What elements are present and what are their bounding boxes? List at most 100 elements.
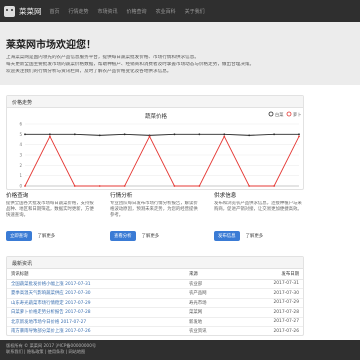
- news-link[interactable]: 南方暴雨导致部分菜价上涨 2017-07-26: [11, 329, 91, 334]
- news-source: 菜菜网: [185, 307, 255, 318]
- intro-paragraph-1: 上海菜菜网是国内领先的农产品信息服务平台，提供每日蔬菜批发价格、市场行情和供求信…: [6, 55, 199, 60]
- table-row: 南方暴雨导致部分菜价上涨 2017-07-26 农业资讯 2017-07-26: [7, 326, 303, 335]
- data-point[interactable]: [123, 185, 126, 187]
- data-point[interactable]: [173, 185, 176, 187]
- feature-price-query: 价格查询 提供全国各大批发市场每日蔬菜价格，支持按品种、地区和日期筛选，数据实时…: [6, 191, 98, 249]
- data-point[interactable]: [98, 185, 101, 187]
- logo-icon: [4, 5, 15, 17]
- data-point[interactable]: [173, 133, 176, 136]
- data-point[interactable]: [24, 185, 26, 187]
- news-source: 农产品网: [185, 288, 255, 299]
- news-panel: 最新资讯 资讯标题 来源 发布日期 全国蔬菜批发价格小幅上涨 2017-07-3…: [6, 256, 304, 336]
- data-point[interactable]: [98, 134, 101, 137]
- feature-title: 行情分析: [110, 193, 133, 199]
- table-row: 北京新发地市场今日价格 2017-07-27 新发地 2017-07-27: [7, 317, 303, 327]
- data-point[interactable]: [49, 133, 51, 136]
- jumbotron: 莱菜网市场欢迎您！ 上海菜菜网是国内领先的农产品信息服务平台，提供每日蔬菜批发价…: [0, 22, 360, 85]
- news-date: 2017-07-28: [255, 307, 303, 318]
- data-point[interactable]: [248, 134, 251, 137]
- column-header-title: 资讯标题: [7, 269, 185, 280]
- query-button[interactable]: 立即查询: [6, 231, 32, 241]
- legend-label-2[interactable]: 萝卜: [293, 111, 301, 118]
- nav-link-trend[interactable]: 行情走势: [69, 8, 89, 15]
- news-date: 2017-07-29: [255, 298, 303, 308]
- feature-supply-demand: 供求信息 发布和浏览农产品供求信息，连接种植户与采购商，促进产销对接，让交易更加…: [214, 191, 306, 249]
- feature-title: 供求信息: [214, 193, 237, 199]
- data-point[interactable]: [49, 135, 51, 138]
- learn-more-link[interactable]: 了解更多: [142, 233, 160, 239]
- chart-legend: 白菜 萝卜: [268, 111, 301, 118]
- y-tick-label: 4: [19, 142, 22, 147]
- news-link[interactable]: 北京新发地市场今日价格 2017-07-27: [11, 320, 86, 325]
- price-chart-panel: 价格走势 蔬菜价格 白菜 萝卜 0 1 2 3 4 5 6: [6, 95, 304, 190]
- data-point[interactable]: [298, 133, 300, 136]
- nav-link-wiki[interactable]: 农业百科: [156, 8, 176, 15]
- news-source: 新发地: [185, 317, 255, 327]
- data-point[interactable]: [198, 133, 201, 136]
- learn-more-link[interactable]: 了解更多: [246, 233, 264, 239]
- column-header-source: 来源: [185, 269, 255, 280]
- data-point[interactable]: [298, 135, 300, 138]
- data-point[interactable]: [248, 185, 251, 187]
- y-tick-label: 5: [19, 132, 22, 137]
- news-date: 2017-07-27: [255, 317, 303, 327]
- series-line-2[interactable]: [24, 135, 300, 187]
- publish-button[interactable]: 发布信息: [214, 231, 240, 241]
- chart-title: 蔬菜价格: [145, 112, 168, 120]
- legend-marker-1[interactable]: [268, 111, 274, 117]
- intro-paragraph-2: 每天更新全国主要批发市场的蔬菜价格数据，帮助种植户、经销商和消费者及时掌握市场动…: [6, 62, 255, 67]
- y-tick-label: 2: [19, 163, 22, 168]
- top-navbar: 菜菜网 首页 行情走势 市场资讯 价格查询 农业百科 关于我们: [0, 0, 360, 22]
- price-chart: 蔬菜价格 白菜 萝卜 0 1 2 3 4 5 6: [19, 111, 301, 189]
- data-point[interactable]: [223, 133, 226, 136]
- data-point[interactable]: [73, 133, 76, 136]
- feature-market-analysis: 行情分析 专业团队每日发布市场行情分析报告，解读价格波动原因，预测未来走势，为您…: [110, 191, 202, 249]
- feature-description: 提供全国各大批发市场每日蔬菜价格，支持按品种、地区和日期筛选，数据实时更新，方便…: [6, 201, 94, 218]
- news-table: 资讯标题 来源 发布日期 全国蔬菜批发价格小幅上涨 2017-07-31 农业部…: [7, 269, 303, 335]
- y-tick-label: 6: [19, 122, 22, 127]
- footer: 版权所有 © 菜菜网 2017 沪ICP备00000000号 联系我们 | 隐私…: [0, 340, 360, 360]
- y-tick-label: 3: [19, 153, 22, 158]
- data-point[interactable]: [273, 133, 275, 136]
- news-date: 2017-07-26: [255, 326, 303, 335]
- news-source: 农业部: [185, 279, 255, 289]
- feature-title: 价格查询: [6, 193, 29, 199]
- news-source: 寿光市场: [185, 298, 255, 308]
- data-point[interactable]: [273, 185, 275, 187]
- intro-paragraph-3: 欢迎关注我们的行情分析与资讯栏目，及时了解农产品价格变化及各地供求信息。: [6, 69, 172, 74]
- news-link[interactable]: 夏季高温天气影响蔬菜供应 2017-07-30: [11, 291, 91, 296]
- brand[interactable]: 菜菜网: [4, 0, 42, 22]
- learn-more-link[interactable]: 了解更多: [38, 233, 56, 239]
- table-row: 夏季高温天气影响蔬菜供应 2017-07-30 农产品网 2017-07-30: [7, 288, 303, 299]
- legend-marker-2[interactable]: [286, 111, 292, 117]
- analysis-button[interactable]: 查看分析: [110, 231, 136, 241]
- news-link[interactable]: 全国蔬菜批发价格小幅上涨 2017-07-31: [11, 282, 91, 287]
- news-source: 农业资讯: [185, 326, 255, 335]
- nav-link-price[interactable]: 价格查询: [127, 8, 147, 15]
- data-point[interactable]: [123, 133, 126, 136]
- news-date: 2017-07-30: [255, 288, 303, 299]
- table-header-row: 资讯标题 来源 发布日期: [7, 269, 303, 280]
- news-panel-heading: 最新资讯: [7, 257, 303, 269]
- data-point[interactable]: [73, 185, 76, 187]
- news-link[interactable]: 白菜萝卜价格走势分析报告 2017-07-28: [11, 310, 91, 315]
- chart-panel-heading: 价格走势: [7, 96, 303, 108]
- feature-description: 发布和浏览农产品供求信息，连接种植户与采购商，促进产销对接，让交易更加便捷高效。: [214, 201, 302, 212]
- nav-link-news[interactable]: 市场资讯: [98, 8, 118, 15]
- data-point[interactable]: [223, 135, 226, 138]
- brand-name: 菜菜网: [19, 6, 42, 16]
- y-tick-label: 0: [19, 184, 22, 189]
- nav-link-about[interactable]: 关于我们: [185, 8, 205, 15]
- table-row: 山东寿光蔬菜市场行情稳定 2017-07-29 寿光市场 2017-07-29: [7, 298, 303, 308]
- data-point[interactable]: [198, 185, 201, 187]
- nav-links: 首页 行情走势 市场资讯 价格查询 农业百科 关于我们: [50, 8, 214, 15]
- table-row: 全国蔬菜批发价格小幅上涨 2017-07-31 农业部 2017-07-31: [7, 279, 303, 289]
- table-row: 白菜萝卜价格走势分析报告 2017-07-28 菜菜网 2017-07-28: [7, 307, 303, 318]
- data-point[interactable]: [24, 133, 26, 136]
- legend-label-1[interactable]: 白菜: [275, 111, 284, 118]
- data-point[interactable]: [148, 135, 151, 138]
- news-link[interactable]: 山东寿光蔬菜市场行情稳定 2017-07-29: [11, 301, 91, 306]
- nav-link-home[interactable]: 首页: [50, 8, 60, 15]
- footer-links[interactable]: 联系我们 | 隐私政策 | 使用条款 | 网站地图: [6, 349, 354, 355]
- news-date: 2017-07-31: [255, 279, 303, 289]
